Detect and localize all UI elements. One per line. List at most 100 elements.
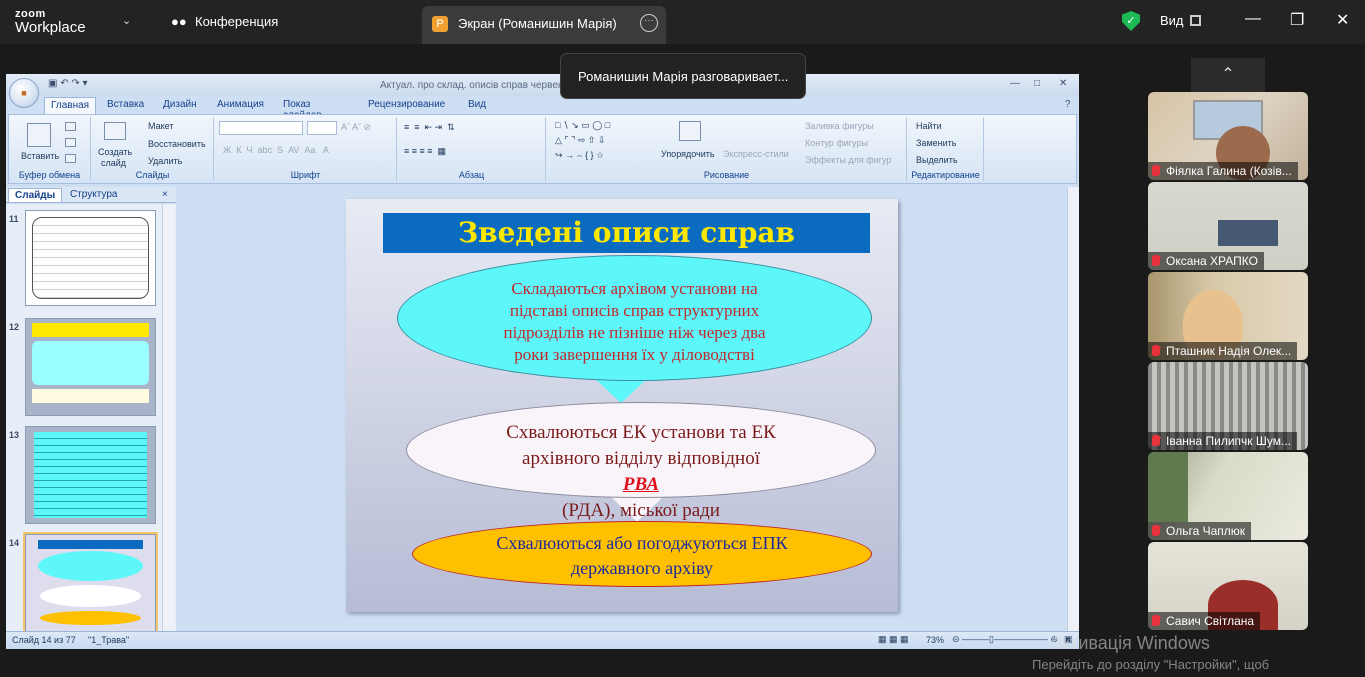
zoom-level[interactable]: 73% [926,635,944,645]
conference-tab[interactable]: ●● Конференция [171,14,278,29]
ppt-close-icon[interactable]: ✕ [1059,78,1067,89]
shapes-gallery-row3[interactable]: ↪ → ⌢ { } ☆ [555,150,604,161]
replace-button[interactable]: Заменить [916,138,956,148]
cut-icon[interactable] [65,122,76,131]
participant-tile[interactable]: Ольга Чаплюк [1148,452,1308,540]
font-grow-icon[interactable]: Aˆ Aˇ ⊘ [341,122,371,133]
pane-tabs: Слайды Структура × [6,187,176,203]
close-icon[interactable]: ✕ [1336,10,1349,30]
minimize-icon[interactable]: — [1245,10,1261,28]
chevron-down-icon[interactable]: ⌄ [122,14,131,27]
express-styles-button[interactable]: Экспресс-стили [723,149,789,159]
paste-label[interactable]: Вставить [21,151,59,161]
quick-access-toolbar[interactable]: ▣ ↶ ↷ ▾ [48,78,88,89]
restore-icon[interactable]: ❐ [1290,10,1304,30]
create-slide-label[interactable]: Создать [98,147,132,157]
shapes-gallery[interactable]: □ ∖ ↘ ▭ ◯ □ [555,120,610,131]
participant-name: Ольга Чаплюк [1148,522,1251,540]
slide-thumbnail-12[interactable] [25,318,156,416]
participant-name: Оксана ХРАПКО [1148,252,1264,270]
new-slide-icon[interactable] [104,122,126,140]
font-size-select[interactable] [307,121,337,135]
format-painter-icon[interactable] [65,154,76,163]
arrange-button[interactable]: Упорядочить [661,149,715,159]
delete-button[interactable]: Удалить [148,156,182,166]
restore-button[interactable]: Восстановить [148,139,206,149]
thumbs-scrollbar[interactable] [162,204,175,631]
mic-muted-icon [1152,435,1160,446]
font-name-select[interactable] [219,121,303,135]
rva-highlight: РВА [622,474,660,495]
slides-group: Создать слайд Макет Восстановить Удалить… [92,117,214,181]
callout-compile: Складаються архівом установи на підставі… [397,255,872,381]
screen-share-tab[interactable]: P Экран (Романишин Марія) ··· [422,6,666,44]
participant-tile[interactable]: Пташник Надія Олек... [1148,272,1308,360]
participant-tile[interactable]: Савич Світлана [1148,542,1308,630]
tab-design[interactable]: Дизайн [157,97,203,112]
list-buttons[interactable]: ≡ ≡ ⇤ ⇥ ⇅ [404,122,455,133]
shape-fill-button[interactable]: Заливка фигуры [805,121,874,131]
shape-effects-button[interactable]: Эффекты для фигур [805,155,891,165]
participant-tile[interactable]: Оксана ХРАПКО [1148,182,1308,270]
slides-label: Слайды [135,170,170,180]
drawing-group: □ ∖ ↘ ▭ ◯ □ △ ⌜ ⌝ ⇨ ⇧ ⇩ ↪ → ⌢ { } ☆ Упор… [547,117,907,181]
thumb-number: 14 [9,538,20,548]
callout-line: підрозділів не пізніше ніж через два [503,323,766,342]
tab-outline[interactable]: Структура [64,188,123,201]
more-icon[interactable]: ··· [640,14,658,32]
tab-home[interactable]: Главная [44,97,97,114]
tab-slides[interactable]: Слайды [8,188,63,202]
shapes-gallery-row2[interactable]: △ ⌜ ⌝ ⇨ ⇧ ⇩ [555,135,605,146]
ppt-restore-icon[interactable]: □ [1034,78,1040,89]
thumb-content [38,540,143,549]
participant-name: Іванна Пилипчк Шум... [1148,432,1297,450]
view-button[interactable]: Вид [1160,13,1201,28]
paste-icon[interactable] [27,123,51,147]
callout-line: Схвалюються ЕК установи та ЕК [506,422,776,443]
thumb-number: 13 [9,430,20,440]
tab-insert[interactable]: Вставка [101,97,150,112]
thumb-content [38,551,143,581]
shape-outline-button[interactable]: Контур фигуры [805,138,868,148]
slide-thumbnail-14[interactable] [23,532,158,631]
slide-editing-area: Зведені описи справ Складаються архівом … [178,187,1066,631]
pane-close-icon[interactable]: × [156,188,174,201]
current-slide[interactable]: Зведені описи справ Складаються архівом … [346,199,898,612]
mic-muted-icon [1152,525,1160,536]
callout-line: державного архіву [570,558,713,578]
select-button[interactable]: Выделить [916,155,958,165]
plant-background [1148,452,1188,522]
slide-thumbnail-13[interactable] [25,426,156,524]
security-shield-icon[interactable]: ✓ [1122,11,1140,31]
layout-button[interactable]: Макет [148,121,173,131]
font-label: Шрифт [290,170,321,180]
font-style-buttons[interactable]: Ж К Ч abc S AV Aa A [223,145,329,155]
tab-review[interactable]: Рецензирование [362,97,451,112]
ppt-minimize-icon[interactable]: — [1010,78,1020,89]
create-slide-label2[interactable]: слайд [101,158,126,168]
participant-tile[interactable]: Іванна Пилипчк Шум... [1148,362,1308,450]
tab-view[interactable]: Вид [462,97,492,112]
find-button[interactable]: Найти [916,121,942,131]
zoom-slider[interactable]: ⊝ ———▯—————— ⊕ [952,634,1058,645]
align-buttons[interactable]: ≡ ≡ ≡ ≡ ▦ [404,146,446,157]
people-icon: ●● [171,14,187,29]
participant-name: Пташник Надія Олек... [1148,342,1298,360]
view-label: Вид [1160,13,1184,28]
slide-scrollbar[interactable] [1067,187,1079,631]
help-icon[interactable]: ? [1065,99,1071,110]
thumb-content [32,217,149,299]
arrange-icon[interactable] [679,121,701,141]
participant-tile[interactable]: Фіялка Галина (Козів... [1148,92,1308,180]
paragraph-group: ≡ ≡ ⇤ ⇥ ⇅ ≡ ≡ ≡ ≡ ▦ Абзац [398,117,546,181]
zoom-logo[interactable]: zoom Workplace [15,8,86,35]
participant-name: Фіялка Галина (Козів... [1148,162,1298,180]
copy-icon[interactable] [65,138,76,147]
thumb-content [40,611,141,625]
tab-animation[interactable]: Анимация [211,97,270,112]
editing-label: Редактирование [911,170,980,180]
scroll-up-button[interactable]: ⌃ [1191,58,1265,92]
office-button[interactable]: ■ [9,78,39,108]
view-buttons[interactable]: ▦ ▦ ▦ [878,634,909,645]
slide-thumbnail-11[interactable] [25,210,156,306]
